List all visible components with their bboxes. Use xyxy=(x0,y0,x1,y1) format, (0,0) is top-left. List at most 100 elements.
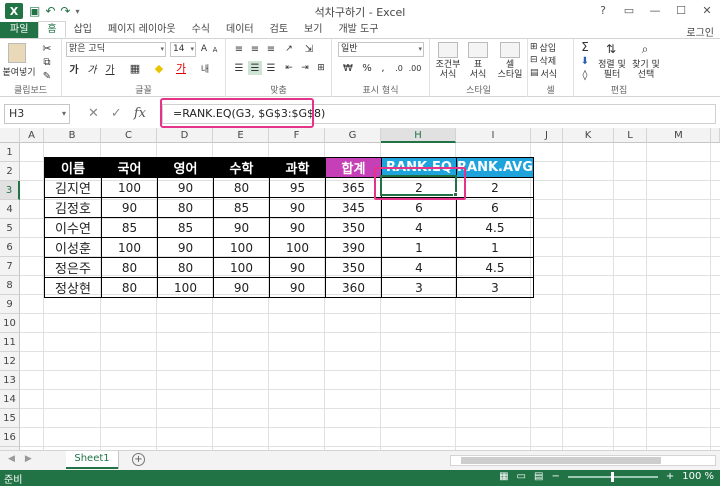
zoom-out-icon[interactable]: − xyxy=(551,471,559,482)
header-science[interactable]: 과학 xyxy=(269,157,326,178)
cell-english[interactable]: 80 xyxy=(157,197,214,218)
cell-science[interactable]: 100 xyxy=(269,237,326,258)
name-box[interactable]: H3 ▾ xyxy=(4,104,70,124)
insert-cells-button[interactable]: ⊞ 삽입 xyxy=(530,41,572,54)
cell-korean[interactable]: 80 xyxy=(101,277,158,298)
cell-total[interactable]: 350 xyxy=(325,257,382,278)
column-header-m[interactable]: M xyxy=(647,128,711,143)
number-format-select[interactable]: 일반 ▾ xyxy=(338,42,424,57)
cell-science[interactable]: 90 xyxy=(269,277,326,298)
font-grow-icon[interactable]: A xyxy=(199,43,209,55)
header-rank-avg[interactable]: RANK.AVG xyxy=(456,157,534,178)
ribbon-display-icon[interactable]: ▭ xyxy=(616,0,642,20)
tab-review[interactable]: 검토 xyxy=(262,22,296,38)
cell-rank-eq[interactable]: 4 xyxy=(381,217,457,238)
orientation-icon[interactable]: ↗ xyxy=(282,43,296,55)
align-left-icon[interactable]: ☰ xyxy=(232,61,246,75)
format-painter-icon[interactable]: ✎ xyxy=(40,70,54,82)
sheet-tab-sheet1[interactable]: Sheet1 xyxy=(66,451,118,469)
row-header-10[interactable]: 10 xyxy=(0,314,20,333)
cell-science[interactable]: 90 xyxy=(269,197,326,218)
percent-icon[interactable]: % xyxy=(360,61,374,75)
zoom-slider[interactable] xyxy=(567,471,658,482)
cell-rank-eq[interactable]: 3 xyxy=(381,277,457,298)
tab-view[interactable]: 보기 xyxy=(296,22,330,38)
minimize-icon[interactable]: — xyxy=(642,0,668,20)
tab-home[interactable]: 홈 xyxy=(38,21,66,38)
header-korean[interactable]: 국어 xyxy=(101,157,158,178)
cell-name[interactable]: 김지연 xyxy=(44,177,102,198)
cell-science[interactable]: 90 xyxy=(269,257,326,278)
cell-math[interactable]: 90 xyxy=(213,277,270,298)
cell-english[interactable]: 90 xyxy=(157,237,214,258)
redo-icon[interactable]: ↷ xyxy=(60,4,70,18)
save-icon[interactable]: ▣ xyxy=(29,4,40,18)
column-header-n[interactable] xyxy=(711,128,720,143)
horizontal-scrollbar[interactable] xyxy=(450,455,716,466)
cell-korean[interactable]: 80 xyxy=(101,257,158,278)
cell-korean[interactable]: 90 xyxy=(101,197,158,218)
align-top-icon[interactable]: ≡ xyxy=(232,43,246,55)
row-header-4[interactable]: 4 xyxy=(0,200,20,219)
cell-math[interactable]: 100 xyxy=(213,237,270,258)
paste-button[interactable]: 붙여넣기 xyxy=(2,65,36,78)
cell-korean[interactable]: 100 xyxy=(101,237,158,258)
column-header-b[interactable]: B xyxy=(44,128,101,143)
clear-icon[interactable]: ◊ xyxy=(578,69,592,81)
cell-math[interactable]: 90 xyxy=(213,217,270,238)
tab-file[interactable]: 파일 xyxy=(0,22,39,38)
bold-icon[interactable]: 가 xyxy=(68,61,80,76)
align-right-icon[interactable]: ☰ xyxy=(264,61,278,75)
row-header-2[interactable]: 2 xyxy=(0,162,20,181)
merge-center-icon[interactable]: ⊞ xyxy=(314,61,328,75)
tab-data[interactable]: 데이터 xyxy=(218,22,262,38)
help-icon[interactable]: ? xyxy=(590,0,616,20)
font-shrink-icon[interactable]: A xyxy=(210,44,220,56)
page-break-view-icon[interactable]: ▤ xyxy=(534,471,543,482)
cell-total[interactable]: 345 xyxy=(325,197,382,218)
zoom-in-icon[interactable]: + xyxy=(666,471,674,482)
worksheet-grid[interactable]: A B C D E F G H I J K L M 1 2 3 4 5 6 7 8 9 10 11 1… xyxy=(0,128,720,450)
select-all-corner[interactable] xyxy=(0,128,20,143)
maximize-icon[interactable]: ☐ xyxy=(668,0,694,20)
cell-rank-eq[interactable]: 1 xyxy=(381,237,457,258)
sheet-prev-icon[interactable]: ◀ xyxy=(8,454,15,464)
align-middle-icon[interactable]: ≡ xyxy=(248,43,262,55)
decrease-decimal-icon[interactable]: .00 xyxy=(408,61,422,75)
sort-filter-icon[interactable]: ⇅ xyxy=(602,41,620,57)
active-cell-h3[interactable] xyxy=(380,175,457,196)
cell-math[interactable]: 85 xyxy=(213,197,270,218)
cell-rank-avg[interactable]: 3 xyxy=(456,277,534,298)
row-header-5[interactable]: 5 xyxy=(0,219,20,238)
sheet-next-icon[interactable]: ▶ xyxy=(25,454,32,464)
cell-name[interactable]: 이성훈 xyxy=(44,237,102,258)
phonetic-icon[interactable]: 내 xyxy=(198,61,212,75)
cell-name[interactable]: 정은주 xyxy=(44,257,102,278)
cell-english[interactable]: 80 xyxy=(157,257,214,278)
cell-science[interactable]: 95 xyxy=(269,177,326,198)
font-name-select[interactable]: 맑은 고딕 ▾ xyxy=(66,42,166,57)
customize-qat-icon[interactable]: ▾ xyxy=(75,7,79,16)
cell-total[interactable]: 360 xyxy=(325,277,382,298)
column-header-l[interactable]: L xyxy=(614,128,647,143)
cell-total[interactable]: 350 xyxy=(325,217,382,238)
row-header-12[interactable]: 12 xyxy=(0,352,20,371)
cell-korean[interactable]: 85 xyxy=(101,217,158,238)
wrap-text-icon[interactable]: ⇲ xyxy=(302,43,316,55)
cell-rank-eq[interactable]: 6 xyxy=(381,197,457,218)
fill-color-icon[interactable]: ◆ xyxy=(152,61,166,75)
paste-icon[interactable] xyxy=(8,43,26,63)
tab-page-layout[interactable]: 페이지 레이아웃 xyxy=(100,22,184,38)
column-header-i[interactable]: I xyxy=(456,128,531,143)
align-bottom-icon[interactable]: ≡ xyxy=(264,43,278,55)
cell-english[interactable]: 100 xyxy=(157,277,214,298)
insert-function-icon[interactable]: fx xyxy=(134,106,146,121)
cut-icon[interactable]: ✂ xyxy=(40,42,54,55)
row-header-15[interactable]: 15 xyxy=(0,409,20,428)
format-cells-button[interactable]: ▤ 서식 xyxy=(530,67,572,80)
cell-science[interactable]: 90 xyxy=(269,217,326,238)
row-header-16[interactable]: 16 xyxy=(0,428,20,447)
row-header-6[interactable]: 6 xyxy=(0,238,20,257)
cell-rank-avg[interactable]: 4.5 xyxy=(456,257,534,278)
header-name[interactable]: 이름 xyxy=(44,157,102,178)
